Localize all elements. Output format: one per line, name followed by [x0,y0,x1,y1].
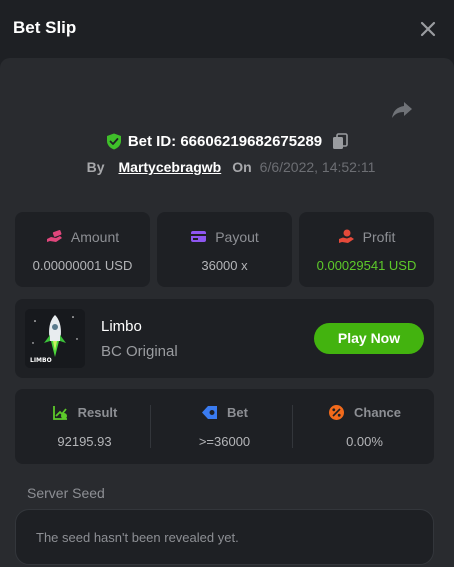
result-card: Result 92195.93 Bet >=36000 Chance 0.00% [15,389,434,464]
username-link[interactable]: Martycebragwb [119,159,222,175]
bet-id-row: Bet ID: 66606219682675289 [0,130,454,152]
amount-card: Amount 0.00000001 USD [15,212,150,287]
ticket-icon [202,406,218,419]
bet-id: Bet ID: 66606219682675289 [127,132,323,150]
payout-value: 36000 x [201,258,248,273]
amount-value: 0.00000001 USD [32,258,133,273]
coin-hand-icon [338,229,354,243]
bet-value: >=36000 [198,434,251,449]
payout-card: Payout 36000 x [157,212,292,287]
limbo-thumbnail[interactable]: LIMBO [25,309,85,368]
close-icon[interactable] [417,18,439,40]
game-name: Limbo [101,318,142,335]
game-provider: BC Original [101,343,178,360]
divider [292,405,293,448]
amount-label-row: Amount [15,228,150,245]
result-label-row: Result [15,404,154,421]
bet-column: Bet >=36000 [155,389,294,464]
payout-label: Payout [215,228,259,245]
divider [150,405,151,448]
play-now-button[interactable]: Play Now [314,323,424,354]
bet-label: Bet [227,405,248,420]
page-title: Bet Slip [13,18,77,37]
profit-label: Profit [362,228,396,245]
result-label: Result [77,405,118,420]
result-column: Result 92195.93 [15,389,154,464]
amount-label: Amount [70,228,120,245]
percent-icon [329,405,345,420]
on-label: On [232,159,252,175]
chart-up-icon [52,406,67,420]
result-value: 92195.93 [57,434,112,449]
money-hand-icon [46,230,62,242]
copy-icon[interactable] [332,132,348,150]
shield-check-icon [106,133,121,149]
by-label: By [86,159,105,175]
chance-label: Chance [354,405,401,420]
profit-value: 0.00029541 USD [316,258,417,273]
bet-label-row: Bet [155,404,294,421]
server-seed-box: The seed hasn't been revealed yet. [15,509,434,565]
profit-card: Profit 0.00029541 USD [299,212,434,287]
chance-label-row: Chance [295,404,434,421]
payout-label-row: Payout [157,228,292,245]
header: Bet Slip [0,0,454,58]
share-icon[interactable] [390,98,414,122]
card-icon [191,231,207,242]
server-seed-label: Server Seed [27,485,105,501]
chance-column: Chance 0.00% [295,389,434,464]
thumbnail-caption: LIMBO [30,357,52,364]
game-card: LIMBO Limbo BC Original Play Now [15,299,434,378]
bet-date: 6/6/2022, 14:52:11 [259,159,376,175]
profit-label-row: Profit [299,228,434,245]
bet-author-row: By Martycebragwb On 6/6/2022, 14:52:11 [0,156,454,178]
chance-value: 0.00% [346,434,383,449]
server-seed-text: The seed hasn't been revealed yet. [36,530,239,545]
